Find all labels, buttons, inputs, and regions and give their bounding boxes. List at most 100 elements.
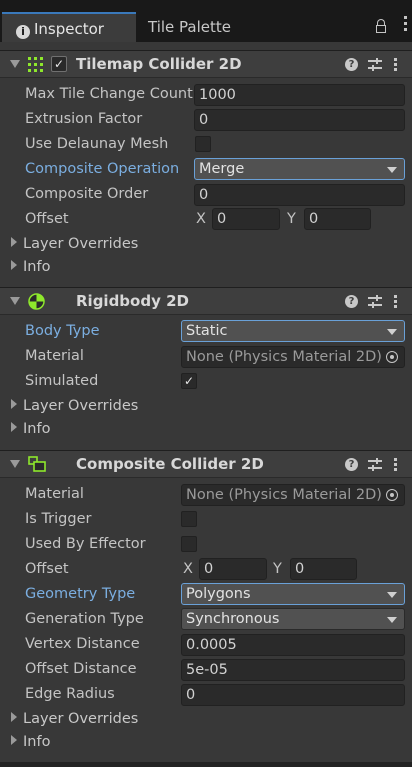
chevron-down-icon <box>387 167 397 173</box>
offset-y-field[interactable]: 0 <box>304 208 371 230</box>
chevron-right-icon <box>11 712 17 722</box>
offset-label: Offset <box>25 561 69 577</box>
vertex-distance-field[interactable]: 0.0005 <box>181 634 405 656</box>
menu-icon[interactable] <box>394 58 397 73</box>
layer-overrides-foldout[interactable]: Layer Overrides <box>11 711 138 727</box>
body-type-label: Body Type <box>25 323 100 339</box>
material-field[interactable]: None (Physics Material 2D) <box>181 346 405 368</box>
info-foldout[interactable]: Info <box>11 421 50 437</box>
tab-inspector[interactable]: i Inspector <box>2 12 136 42</box>
offset-label: Offset <box>25 211 69 227</box>
component-title: Tilemap Collider 2D <box>76 55 242 73</box>
chevron-right-icon <box>11 399 17 409</box>
edge-radius-field[interactable]: 0 <box>181 684 405 706</box>
chevron-down-icon <box>387 329 397 335</box>
geometry-type-dropdown[interactable]: Polygons <box>181 583 405 605</box>
tilemap-collider-header[interactable]: ✓ Tilemap Collider 2D ? <box>0 50 412 78</box>
help-icon[interactable]: ? <box>345 458 358 471</box>
chevron-down-icon <box>387 592 397 598</box>
help-icon[interactable]: ? <box>345 58 358 71</box>
composite-collider-icon <box>28 456 46 472</box>
preset-icon[interactable] <box>368 295 382 309</box>
info-label: Info <box>23 421 51 437</box>
chevron-right-icon <box>11 422 17 432</box>
panel-bottom-edge <box>0 762 412 767</box>
body-type-dropdown[interactable]: Static <box>181 320 405 342</box>
used-by-effector-checkbox[interactable] <box>181 536 197 552</box>
composite-order-label: Composite Order <box>25 186 149 202</box>
object-picker-icon[interactable] <box>386 489 398 501</box>
offset-distance-field[interactable]: 5e-05 <box>181 659 405 681</box>
tab-inspector-label: Inspector <box>34 20 104 38</box>
offset-distance-label: Offset Distance <box>25 661 137 677</box>
grid-icon <box>28 57 43 72</box>
chevron-right-icon <box>11 735 17 745</box>
rigidbody-icon <box>28 293 45 310</box>
composite-operation-value: Merge <box>199 161 245 177</box>
component-enabled-checkbox[interactable]: ✓ <box>51 56 67 72</box>
composite-operation-label: Composite Operation <box>25 161 180 177</box>
extrusion-factor-label: Extrusion Factor <box>25 111 143 127</box>
offset-x-field[interactable]: 0 <box>199 558 267 580</box>
edge-radius-label: Edge Radius <box>25 686 115 702</box>
layer-overrides-label: Layer Overrides <box>23 236 139 252</box>
info-foldout[interactable]: Info <box>11 734 50 750</box>
chevron-right-icon <box>11 260 17 270</box>
used-by-effector-label: Used By Effector <box>25 536 146 552</box>
offset-y-label[interactable]: Y <box>273 561 282 577</box>
menu-icon[interactable] <box>404 16 408 34</box>
chevron-right-icon <box>11 237 17 247</box>
use-delaunay-mesh-checkbox[interactable] <box>195 136 211 152</box>
preset-icon[interactable] <box>368 458 382 472</box>
composite-order-field[interactable]: 0 <box>194 184 405 206</box>
offset-y-field[interactable]: 0 <box>290 558 357 580</box>
layer-overrides-label: Layer Overrides <box>23 711 139 727</box>
offset-x-label[interactable]: X <box>196 211 206 227</box>
menu-icon[interactable] <box>394 295 397 310</box>
material-value: None (Physics Material 2D) <box>186 487 382 503</box>
material-label: Material <box>25 348 84 364</box>
extrusion-factor-field[interactable]: 0 <box>194 109 405 131</box>
max-tile-change-count-label: Max Tile Change Count <box>25 86 193 102</box>
generation-type-label: Generation Type <box>25 611 144 627</box>
geometry-type-label: Geometry Type <box>25 586 136 602</box>
is-trigger-label: Is Trigger <box>25 511 92 527</box>
material-label: Material <box>25 486 84 502</box>
layer-overrides-label: Layer Overrides <box>23 398 139 414</box>
layer-overrides-foldout[interactable]: Layer Overrides <box>11 236 138 252</box>
generation-type-value: Synchronous <box>186 611 280 627</box>
offset-y-label[interactable]: Y <box>287 211 296 227</box>
object-picker-icon[interactable] <box>386 351 398 363</box>
lock-icon[interactable] <box>376 19 386 33</box>
generation-type-dropdown[interactable]: Synchronous <box>181 608 405 630</box>
geometry-type-value: Polygons <box>186 586 251 602</box>
fold-arrow-icon[interactable] <box>10 60 20 68</box>
preset-icon[interactable] <box>368 58 382 72</box>
layer-overrides-foldout[interactable]: Layer Overrides <box>11 398 138 414</box>
body-type-value: Static <box>186 323 228 339</box>
fold-arrow-icon[interactable] <box>10 460 20 468</box>
info-label: Info <box>23 734 51 750</box>
info-label: Info <box>23 259 51 275</box>
chevron-down-icon <box>387 617 397 623</box>
material-field[interactable]: None (Physics Material 2D) <box>181 484 405 506</box>
simulated-label: Simulated <box>25 373 99 389</box>
menu-icon[interactable] <box>394 458 397 473</box>
offset-x-field[interactable]: 0 <box>212 208 280 230</box>
simulated-checkbox[interactable]: ✓ <box>181 373 197 389</box>
tab-tile-palette[interactable]: Tile Palette <box>148 12 231 42</box>
fold-arrow-icon[interactable] <box>10 297 20 305</box>
vertex-distance-label: Vertex Distance <box>25 636 140 652</box>
material-value: None (Physics Material 2D) <box>186 349 382 365</box>
rigidbody-header[interactable]: Rigidbody 2D ? <box>0 287 412 315</box>
info-foldout[interactable]: Info <box>11 259 50 275</box>
help-icon[interactable]: ? <box>345 295 358 308</box>
composite-collider-header[interactable]: Composite Collider 2D ? <box>0 450 412 478</box>
is-trigger-checkbox[interactable] <box>181 511 197 527</box>
use-delaunay-mesh-label: Use Delaunay Mesh <box>25 136 169 152</box>
composite-operation-dropdown[interactable]: Merge <box>194 158 405 180</box>
component-title: Rigidbody 2D <box>76 292 189 310</box>
offset-x-label[interactable]: X <box>183 561 193 577</box>
max-tile-change-count-field[interactable]: 1000 <box>194 84 405 106</box>
info-icon: i <box>16 25 30 39</box>
